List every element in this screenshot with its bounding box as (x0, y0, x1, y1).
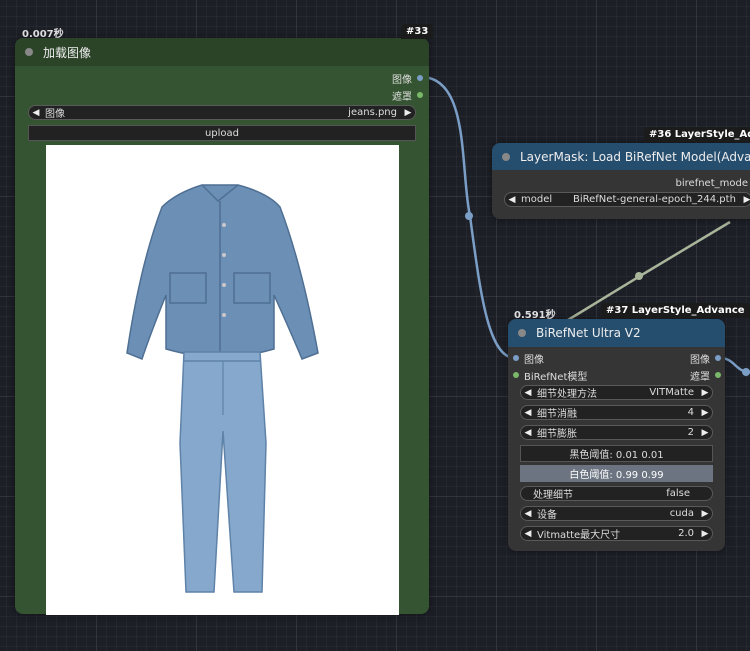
output-slot-birefnet-model[interactable]: birefnet_mode (492, 176, 748, 190)
slot-dot-icon[interactable] (715, 372, 721, 378)
arrow-right-icon[interactable]: ▶ (740, 195, 750, 205)
node-id-badge: #37 LayerStyle_Advance (601, 303, 750, 318)
button (222, 313, 226, 317)
slot-dot-icon[interactable] (417, 92, 423, 98)
widget-value: 2.0 (678, 528, 694, 539)
jacket-shape (126, 184, 319, 360)
arrow-left-icon[interactable]: ◀ (521, 509, 535, 519)
collapse-dot-icon[interactable] (502, 152, 510, 161)
slot-label: 图像 (690, 354, 710, 366)
arrow-left-icon[interactable]: ◀ (521, 408, 535, 418)
arrow-right-icon[interactable]: ▶ (698, 529, 712, 539)
model-select-widget[interactable]: ◀ model BiRefNet-general-epoch_244.pth ▶ (504, 192, 750, 207)
slot-label: 遮罩 (690, 371, 710, 383)
widget-value: false (666, 488, 690, 499)
widget-value: BiRefNet-general-epoch_244.pth (573, 194, 736, 205)
output-slot-image[interactable]: 图像 (690, 351, 721, 366)
widget-label: 图像 (45, 109, 65, 120)
load-birefnet-model-node[interactable]: LayerMask: Load BiRefNet Model(Advance) … (492, 143, 750, 219)
wire-reroute-dot[interactable] (635, 272, 643, 280)
arrow-right-icon[interactable]: ▶ (698, 428, 712, 438)
widget-value: 4 (687, 407, 694, 418)
button (222, 253, 226, 257)
output-slot-mask[interactable]: 遮罩 (392, 88, 423, 103)
slot-label: birefnet_mode (675, 177, 748, 189)
slot-label: 图像 (524, 354, 544, 366)
wire-reroute-dot[interactable] (465, 212, 473, 220)
arrow-left-icon[interactable]: ◀ (521, 529, 535, 539)
slot-dot-icon[interactable] (513, 355, 519, 361)
node-title: 加载图像 (43, 45, 92, 60)
image-select-widget[interactable]: ◀ 图像 jeans.png ▶ (28, 105, 416, 120)
node-title-bar[interactable]: LayerMask: Load BiRefNet Model(Advance) (492, 143, 750, 170)
widget-value: 2 (687, 427, 694, 438)
widget-value: jeans.png (348, 107, 397, 118)
birefnet-ultra-v2-node[interactable]: BiRefNet Ultra V2 图像 BiRefNet模型 图像 遮罩 ◀ … (508, 319, 725, 551)
node-title: BiRefNet Ultra V2 (536, 326, 641, 340)
denim-outfit-image (126, 184, 319, 593)
arrow-left-icon[interactable]: ◀ (29, 108, 43, 118)
node-title-bar[interactable]: BiRefNet Ultra V2 (508, 319, 725, 347)
load-image-node[interactable]: 加载图像 图像 遮罩 ◀ 图像 jeans.png ▶ upload (15, 38, 429, 615)
vitmatte-max-size-widget[interactable]: ◀ Vitmatte最大尺寸 2.0 ▶ (520, 526, 713, 541)
detail-erode-widget[interactable]: ◀ 细节消融 4 ▶ (520, 405, 713, 420)
widget-label: Vitmatte最大尺寸 (537, 530, 621, 541)
slot-label: 图像 (392, 74, 412, 86)
wire-end-dot[interactable] (742, 368, 750, 376)
output-slot-image[interactable]: 图像 (392, 71, 423, 86)
button (222, 283, 226, 287)
node-title-bar[interactable]: 加载图像 (15, 38, 429, 66)
slot-label: BiRefNet模型 (524, 371, 588, 383)
process-detail-toggle[interactable]: 处理细节 false (520, 486, 713, 501)
widget-label: 细节处理方法 (537, 389, 597, 400)
detail-dilate-widget[interactable]: ◀ 细节膨胀 2 ▶ (520, 425, 713, 440)
widget-label: 设备 (537, 510, 557, 521)
arrow-right-icon[interactable]: ▶ (698, 509, 712, 519)
white-point-slider[interactable]: 白色阈值: 0.99 0.99 (520, 465, 713, 482)
output-slot-mask[interactable]: 遮罩 (690, 368, 721, 383)
node-id-badge: #33 (401, 24, 434, 39)
node-timer: 0.591秒 (514, 310, 556, 321)
image-preview (46, 145, 399, 615)
upload-button[interactable]: upload (28, 125, 416, 141)
device-select-widget[interactable]: ◀ 设备 cuda ▶ (520, 506, 713, 521)
widget-value: VITMatte (649, 387, 694, 398)
arrow-right-icon[interactable]: ▶ (698, 388, 712, 398)
collapse-dot-icon[interactable] (518, 329, 526, 337)
detail-method-widget[interactable]: ◀ 细节处理方法 VITMatte ▶ (520, 385, 713, 400)
widget-label: model (521, 194, 553, 205)
slot-label: 遮罩 (392, 91, 412, 103)
widget-label: 细节膨胀 (537, 429, 577, 440)
arrow-right-icon[interactable]: ▶ (698, 408, 712, 418)
arrow-left-icon[interactable]: ◀ (521, 428, 535, 438)
collapse-dot-icon[interactable] (25, 48, 33, 56)
arrow-right-icon[interactable]: ▶ (401, 108, 415, 118)
black-point-slider[interactable]: 黑色阈值: 0.01 0.01 (520, 445, 713, 462)
arrow-left-icon[interactable]: ◀ (505, 195, 519, 205)
widget-value: cuda (669, 508, 694, 519)
button (222, 223, 226, 227)
slot-dot-icon[interactable] (715, 355, 721, 361)
slot-dot-icon[interactable] (417, 75, 423, 81)
input-slot-image[interactable]: 图像 (513, 351, 544, 366)
node-title: LayerMask: Load BiRefNet Model(Advance) (520, 149, 750, 164)
widget-label: 细节消融 (537, 409, 577, 420)
node-timer: 0.007秒 (22, 29, 64, 40)
node-id-badge: #36 LayerStyle_Advan (644, 127, 750, 142)
input-slot-birefnet-model[interactable]: BiRefNet模型 (513, 368, 588, 383)
arrow-left-icon[interactable]: ◀ (521, 388, 535, 398)
slot-dot-icon[interactable] (513, 372, 519, 378)
widget-label: 处理细节 (533, 490, 573, 501)
